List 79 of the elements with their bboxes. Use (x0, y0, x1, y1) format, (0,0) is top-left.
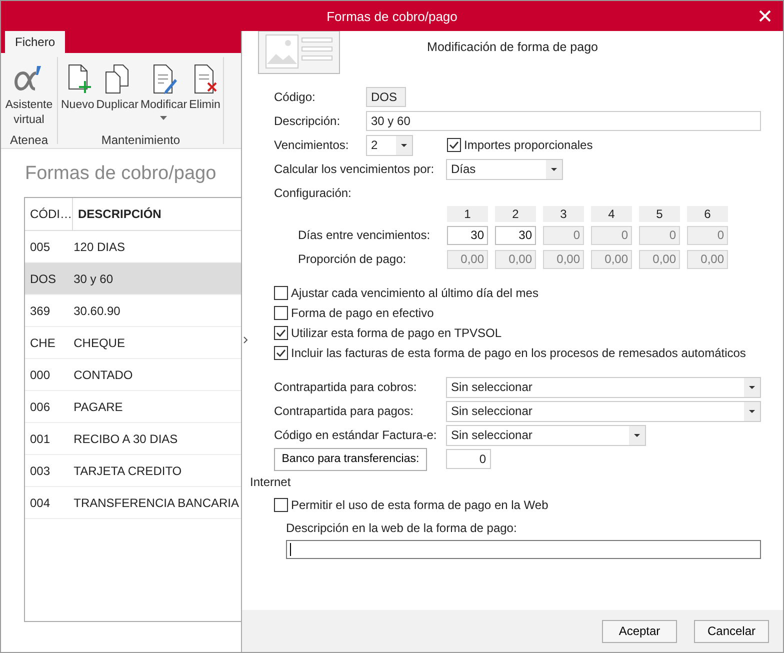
column-number: 4 (591, 206, 632, 222)
table-cell-text: CHEQUE (72, 334, 126, 352)
table-cell-text: 006 (29, 398, 52, 416)
field-label: Calcular los vencimientos por: (274, 162, 436, 176)
ribbon-button[interactable]: Asistente virtual (3, 63, 55, 133)
table-cell-text: 004 (29, 494, 52, 512)
column-number: 3 (543, 206, 584, 222)
web-description-field[interactable] (286, 540, 761, 559)
section-label: Internet (250, 474, 292, 491)
description-field[interactable]: 30 y 60 (366, 111, 761, 131)
ribbon-button[interactable]: Elimin (188, 63, 222, 133)
checkbox[interactable] (274, 498, 288, 512)
table-cell-text: 000 (29, 366, 52, 384)
code-field[interactable]: DOS (366, 87, 406, 107)
bank-button[interactable]: Banco para transferencias: (274, 448, 427, 470)
installments-select[interactable]: 2 (366, 134, 413, 156)
table-cell-text: CONTADO (72, 366, 134, 384)
field-label: Días entre vencimientos: (297, 228, 432, 242)
table-cell-text: 30 y 60 (72, 270, 114, 288)
account-select[interactable]: Sin seleccionar (446, 400, 761, 422)
checkbox-label: Forma de pago en efectivo (291, 306, 434, 320)
column-number: 2 (495, 206, 536, 222)
period-select[interactable]: Días (446, 158, 563, 180)
field-label: Descripción en la web de la forma de pago: (286, 521, 518, 535)
table-cell-text: TARJETA CREDITO (72, 462, 183, 480)
field-label: Descripción: (274, 114, 342, 128)
column-number: 1 (447, 206, 488, 222)
checkbox-label: Importes proporcionales (464, 138, 593, 152)
table-cell-text: DOS (29, 270, 58, 288)
text-cursor-icon (290, 543, 291, 556)
dialog-title: Modificación de forma de pago (427, 40, 598, 54)
number-field[interactable]: 30 (495, 226, 536, 244)
chevron-icon[interactable] (243, 336, 249, 344)
group-label: Mantenimiento (100, 133, 182, 149)
table-row[interactable]: DOS 30 y 60 (25, 263, 241, 295)
dialog-button[interactable]: Cancelar (694, 620, 769, 642)
ribbon-button[interactable]: Modificar (139, 63, 188, 133)
account-select[interactable]: Sin seleccionar (446, 376, 761, 398)
number-field[interactable]: 30 (447, 226, 488, 244)
table-cell-text: TRANSFERENCIA BANCARIA (72, 494, 240, 512)
table-cell-text: 369 (29, 302, 52, 320)
field-label: Contrapartida para cobros: (274, 380, 418, 394)
field-label: Contrapartida para pagos: (274, 404, 414, 418)
checkbox[interactable] (274, 306, 288, 320)
table-cell-text: 003 (29, 462, 52, 480)
table-cell-text: CHE (29, 334, 56, 352)
table-cell-text: 005 (29, 238, 52, 256)
checkbox[interactable] (274, 326, 288, 340)
column-header[interactable]: DESCRIPCIÓN (73, 198, 241, 230)
column-number: 5 (639, 206, 680, 222)
window-title: Formas de cobro/pago (326, 8, 458, 24)
field-label: Código: (274, 90, 316, 104)
checkbox-label: Ajustar cada vencimiento al último día del mes (291, 286, 538, 300)
table-cell-text: 30.60.90 (72, 302, 122, 320)
table-cell-text: 120 DIAS (72, 238, 126, 256)
checkbox[interactable] (447, 138, 461, 152)
ribbon-tab[interactable]: Fichero (5, 31, 66, 53)
checkbox-label: Utilizar esta forma de pago en TPVSOL (291, 326, 502, 340)
checkbox[interactable] (274, 346, 288, 360)
field-label: Código en estándar Factura-e: (274, 428, 438, 442)
bank-field[interactable]: 0 (446, 449, 491, 469)
column-header[interactable]: CÓDI… (25, 198, 73, 230)
close-icon[interactable] (759, 10, 771, 22)
account-select[interactable]: Sin seleccionar (446, 424, 646, 446)
table-cell-text: PAGARE (72, 398, 124, 416)
column-number: 6 (687, 206, 728, 222)
dialog-button[interactable]: Aceptar (602, 620, 677, 642)
section-label: Configuración: (274, 186, 352, 200)
ribbon-button[interactable]: Nuevo (60, 63, 96, 133)
field-label: Proporción de pago: (297, 252, 408, 266)
page-heading: Formas de cobro/pago (25, 163, 218, 185)
field-label: Vencimientos: (274, 138, 350, 152)
ribbon-button[interactable]: Duplicar (95, 63, 140, 133)
checkbox-label: Permitir el uso de esta forma de pago en la Web (291, 498, 548, 512)
table-cell-text: 001 (29, 430, 52, 448)
checkbox[interactable] (274, 286, 288, 300)
group-label: Atenea (8, 133, 50, 149)
table-cell-text: RECIBO A 30 DIAS (72, 430, 179, 448)
checkbox-label: Incluir las facturas de esta forma de pago en los procesos de remesados automáticos (291, 346, 746, 360)
